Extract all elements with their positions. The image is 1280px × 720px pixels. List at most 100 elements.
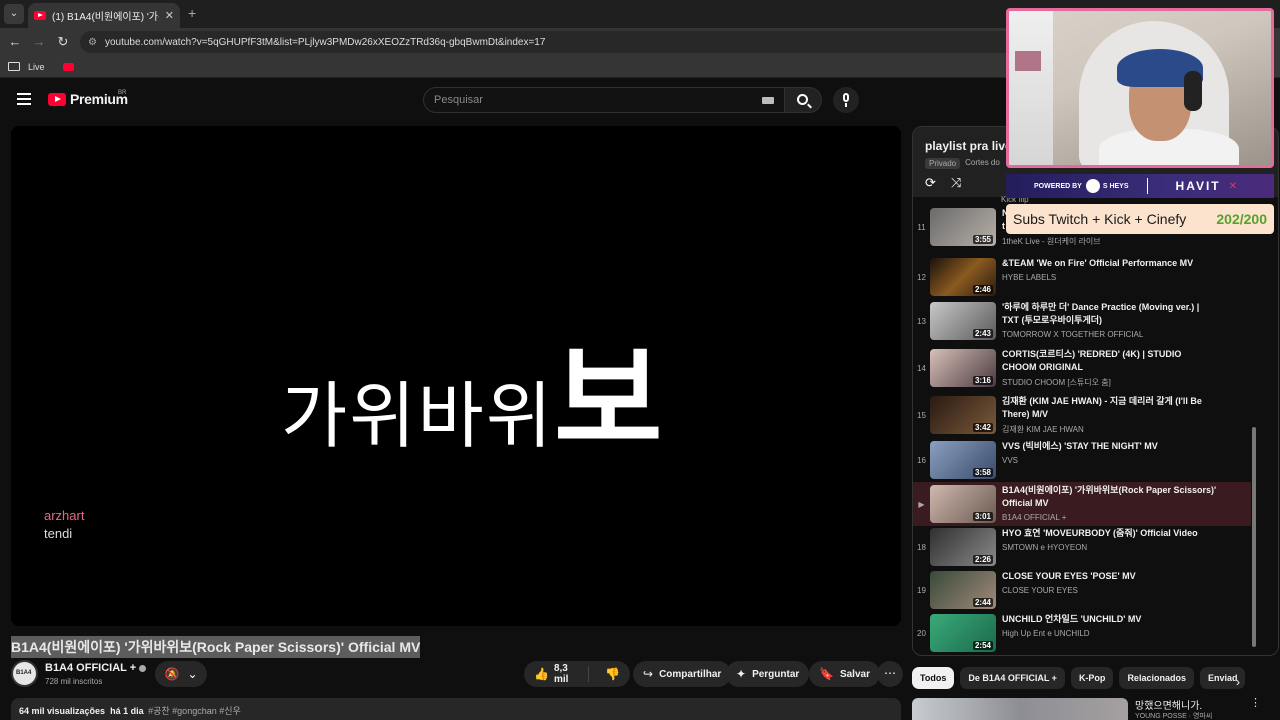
share-button[interactable]: ↪ Compartilhar: [633, 661, 732, 687]
search-input[interactable]: [434, 94, 754, 106]
chip-related[interactable]: Relacionados: [1119, 667, 1194, 689]
playlist-item-channel: VVS: [1002, 456, 1019, 465]
playlist-item-meta: '하루에 하루만 더' Dance Practice (Moving ver.)…: [1002, 299, 1217, 343]
playlist-item-title[interactable]: UNCHILD 언차일드 'UNCHILD' MV: [1002, 613, 1217, 626]
playlist-thumbnail[interactable]: 2:54: [930, 614, 996, 652]
recommended-title[interactable]: 망했으면해니가.: [1135, 697, 1202, 712]
playlist-item-title[interactable]: VVS (빅비에스) 'STAY THE NIGHT' MV: [1002, 440, 1217, 453]
playlist-item[interactable]: 12 2:46 &TEAM 'We on Fire' Official Perfor…: [913, 255, 1251, 299]
bookmark-live[interactable]: Live: [28, 62, 45, 72]
search-button[interactable]: [784, 87, 822, 113]
site-info-icon[interactable]: ⚙: [88, 37, 97, 48]
playlist-title[interactable]: playlist pra live: [925, 139, 1012, 153]
webcam-overlay: [1006, 8, 1274, 168]
recommended-thumbnail[interactable]: [912, 698, 1128, 720]
playlist-thumbnail[interactable]: 2:46: [930, 258, 996, 296]
sponsor-name: S HEYS: [1102, 182, 1129, 190]
playlist-item[interactable]: 14 3:16 CORTIS(코르티스) 'REDRED' (4K) | STUDI…: [913, 346, 1251, 390]
folder-icon: [8, 62, 20, 71]
playlist-item-meta: &TEAM 'We on Fire' Official Performance …: [1002, 255, 1217, 299]
like-button[interactable]: 👍 8,3 mil: [524, 663, 590, 685]
playlist-owner[interactable]: Cortes do: [965, 158, 1000, 169]
playlist-thumbnail[interactable]: 2:43: [930, 302, 996, 340]
playlist-item-title[interactable]: B1A4(비원에이포) '가위바위보(Rock Paper Scissors)'…: [1002, 484, 1217, 510]
playlist-thumbnail[interactable]: 3:58: [930, 441, 996, 479]
playlist-thumbnail[interactable]: 3:42: [930, 396, 996, 434]
playlist-scrollbar[interactable]: [1252, 427, 1256, 647]
now-playing-icon: ▶: [918, 500, 925, 509]
playlist-item[interactable]: 13 2:43 '하루에 하루만 더' Dance Practice (Moving…: [913, 299, 1251, 343]
forward-icon[interactable]: →: [31, 34, 47, 49]
description-box[interactable]: 64 mil visualizações há 1 dia #공찬 #gongc…: [11, 698, 901, 720]
save-label: Salvar: [839, 668, 870, 680]
video-player[interactable]: 가위바위보 arzhart tendi: [11, 126, 901, 626]
menu-icon[interactable]: [17, 93, 31, 105]
reload-icon[interactable]: ↻: [55, 34, 71, 50]
voice-search-button[interactable]: [833, 87, 859, 113]
loop-icon[interactable]: ⟳: [925, 175, 936, 191]
playlist-item-channel: SMTOWN e HYOYEON: [1002, 543, 1088, 552]
video-credit-tendi: tendi: [44, 526, 73, 541]
bookmark-icon: 🔖: [819, 667, 834, 681]
hashtags[interactable]: #공찬 #gongchan #신우: [148, 706, 241, 716]
save-button[interactable]: 🔖 Salvar: [809, 661, 880, 687]
playlist-thumbnail[interactable]: 3:01: [930, 485, 996, 523]
playlist-item[interactable]: 20 2:54 UNCHILD 언차일드 'UNCHILD' MV High Up E…: [913, 611, 1251, 655]
duration-badge: 3:01: [972, 512, 993, 521]
playlist-thumbnail[interactable]: 3:55: [930, 208, 996, 246]
playlist-item-channel: High Up Ent e UNCHILD: [1002, 629, 1090, 638]
dislike-button[interactable]: 👎: [595, 667, 630, 681]
playlist-item[interactable]: ▶ 3:01 B1A4(비원에이포) '가위바위보(Rock Paper Sciss…: [913, 482, 1251, 526]
youtube-logo-icon: [48, 92, 66, 106]
playlist-item[interactable]: 19 2:44 CLOSE YOUR EYES 'POSE' MV CLOSE YOU…: [913, 568, 1251, 612]
playlist-item-meta: CORTIS(코르티스) 'REDRED' (4K) | STUDIO CHOO…: [1002, 346, 1217, 390]
browser-tab[interactable]: (1) B1A4(비원에이포) '가위바위 ✕: [28, 3, 180, 28]
kebab-menu-icon[interactable]: ⋮: [1250, 696, 1261, 709]
playlist-item[interactable]: 16 3:58 VVS (빅비에스) 'STAY THE NIGHT' MV VVS: [913, 438, 1251, 482]
playlist-item[interactable]: 15 3:42 김재환 (KIM JAE HWAN) - 지금 데리러 갈게 (I'…: [913, 393, 1251, 437]
privacy-badge: Privado: [925, 158, 961, 169]
youtube-premium-logo[interactable]: Premium: [48, 91, 128, 107]
subs-goal-count: 202/200: [1216, 211, 1267, 227]
tab-search-button[interactable]: ⌄: [4, 4, 24, 24]
playlist-item-title[interactable]: 김재환 (KIM JAE HWAN) - 지금 데리러 갈게 (I'll Be …: [1002, 395, 1217, 421]
chip-all[interactable]: Todos: [912, 667, 955, 689]
address-bar[interactable]: ⚙ youtube.com/watch?v=5qGHUPfF3tM&list=P…: [80, 31, 1020, 53]
channel-avatar[interactable]: [11, 660, 38, 687]
playlist-item-title[interactable]: &TEAM 'We on Fire' Official Performance …: [1002, 257, 1217, 270]
verified-icon: [139, 664, 147, 672]
playlist-item-channel: STUDIO CHOOM [스튜디오 춤]: [1002, 378, 1111, 387]
youtube-bookmark-icon[interactable]: [62, 62, 74, 71]
chip-from-channel[interactable]: De B1A4 OFFICIAL +: [960, 667, 1065, 689]
playlist-item-title[interactable]: CORTIS(코르티스) 'REDRED' (4K) | STUDIO CHOO…: [1002, 348, 1217, 374]
like-count: 8,3 mil: [553, 663, 569, 685]
shuffle-icon[interactable]: ⤨: [951, 175, 961, 191]
playlist-item-meta: HYO 효연 'MOVEURBODY (줌줘)' Official Video S…: [1002, 525, 1217, 569]
tab-close-icon[interactable]: ✕: [165, 9, 174, 22]
keyboard-icon[interactable]: [762, 97, 774, 104]
search-box: [423, 87, 785, 113]
ask-button[interactable]: ✦ Perguntar: [726, 661, 810, 687]
chevron-right-icon[interactable]: ›: [1236, 675, 1240, 689]
more-actions-button[interactable]: ⋯: [877, 661, 903, 687]
sparkle-icon: ✦: [736, 667, 747, 681]
playlist-thumbnail[interactable]: 2:44: [930, 571, 996, 609]
subs-goal-label: Subs Twitch + Kick + Cinefy: [1013, 211, 1187, 227]
havit-logo: HAVIT: [1175, 179, 1221, 193]
chip-kpop[interactable]: K-Pop: [1070, 667, 1114, 689]
video-title: B1A4(비원에이포) '가위바위보(Rock Paper Scissors)'…: [11, 636, 421, 658]
notification-bell-button[interactable]: 🔕 ⌄: [155, 661, 207, 687]
back-icon[interactable]: ←: [7, 34, 23, 49]
channel-name[interactable]: B1A4 OFFICIAL +: [45, 662, 147, 674]
playlist-thumbnail[interactable]: 3:16: [930, 349, 996, 387]
new-tab-button[interactable]: +: [188, 5, 196, 21]
playlist-item-title[interactable]: '하루에 하루만 더' Dance Practice (Moving ver.)…: [1002, 301, 1217, 327]
playlist-item-channel: CLOSE YOUR EYES: [1002, 586, 1078, 595]
playlist-thumbnail[interactable]: 2:26: [930, 528, 996, 566]
playlist-index: 18: [917, 543, 926, 552]
playlist-item-title[interactable]: CLOSE YOUR EYES 'POSE' MV: [1002, 570, 1217, 583]
duration-badge: 2:43: [972, 329, 993, 338]
playlist-item-title[interactable]: HYO 효연 'MOVEURBODY (줌줘)' Official Video: [1002, 527, 1217, 540]
duration-badge: 2:26: [972, 555, 993, 564]
playlist-item[interactable]: 18 2:26 HYO 효연 'MOVEURBODY (줌줘)' Official …: [913, 525, 1251, 569]
